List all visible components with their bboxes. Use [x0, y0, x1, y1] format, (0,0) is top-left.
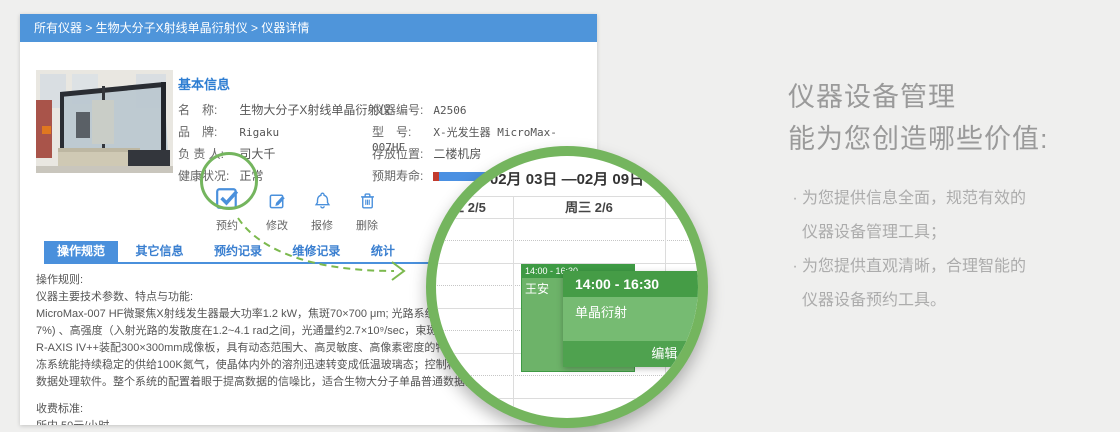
column-header-tuesday: 周二 2/5 — [438, 200, 486, 215]
promo-heading-line2: 能为您创造哪些价值: — [788, 124, 1049, 154]
field-value-brand: Rigaku — [239, 126, 280, 139]
bell-icon — [314, 192, 330, 209]
action-toolbar: 预约 修改 报修 删除 — [20, 172, 440, 232]
bullet-dot: · — [792, 190, 798, 207]
reserve-label: 预约 — [216, 220, 238, 232]
reserve-button[interactable]: 预约 — [199, 186, 255, 233]
calendar-magnifier-circle: 02月 03日 —02月 09日 周二 2/5 周三 2/6 周四 14:00 … — [426, 146, 708, 428]
grid-line — [513, 196, 514, 418]
promo-heading: 仪器设备管理 能为您创造哪些价值: — [788, 76, 1118, 160]
fee-line-internal: 所内 50元/小时 — [36, 418, 592, 425]
field-label-serial: 仪器编号: — [372, 103, 424, 117]
promo-section: 仪器设备管理 能为您创造哪些价值: · 为您提供信息全面，规范有效的 仪器设备管理… — [788, 76, 1118, 318]
tab-maintenance-records[interactable]: 维修记录 — [279, 241, 353, 262]
checkbox-check-icon — [216, 188, 239, 209]
tab-reservation-records[interactable]: 预约记录 — [201, 241, 275, 262]
bullet-dot: · — [792, 258, 798, 275]
reservation-calendar: 02月 03日 —02月 09日 周二 2/5 周三 2/6 周四 14:00 … — [436, 156, 698, 418]
tab-statistics[interactable]: 统计 — [358, 241, 408, 262]
field-label-location: 存放位置: — [372, 147, 424, 161]
popup-event-name: 单晶衍射 — [563, 297, 698, 341]
basic-info-title: 基本信息 — [178, 77, 231, 92]
delete-label: 删除 — [356, 220, 378, 232]
breadcrumb[interactable]: 所有仪器 > 生物大分子X射线单晶衍射仪 > 仪器详情 — [20, 14, 597, 42]
field-label-model: 型 号: — [372, 125, 412, 139]
field-value-name: 生物大分子X射线单晶衍射仪 — [239, 103, 392, 117]
info-row: 名 称: 生物大分子X射线单晶衍射仪 仪器编号: A2506 — [178, 101, 588, 123]
tab-operation-rules[interactable]: 操作规范 — [44, 241, 119, 262]
info-row: 品 牌: Rigaku 型 号: X-光发生器 MicroMax-007HF — [178, 123, 588, 154]
promo-bullet-1: · 为您提供信息全面，规范有效的 — [788, 182, 1118, 216]
bullet-text: 为您提供直观清晰，合理智能的 — [802, 258, 1027, 275]
field-label-brand: 品 牌: — [178, 125, 218, 139]
promo-bullet-1-cont: 仪器设备管理工具； — [802, 224, 947, 241]
trash-icon — [360, 193, 374, 209]
field-value-manager: 司大千 — [239, 147, 276, 161]
calendar-week-range: 02月 03日 —02月 09日 — [489, 171, 645, 188]
tab-other-info[interactable]: 其它信息 — [122, 241, 196, 262]
edit-pencil-icon — [269, 194, 285, 209]
equipment-photo — [36, 70, 173, 173]
field-value-serial: A2506 — [433, 104, 467, 117]
page: 所有仪器 > 生物大分子X射线单晶衍射仪 > 仪器详情 基本信息 名 称: 生物… — [0, 0, 1120, 432]
promo-bullet-2-cont: 仪器设备预约工具。 — [802, 292, 947, 309]
delete-button[interactable]: 删除 — [339, 191, 395, 233]
promo-bullet-2: · 为您提供直观清晰，合理智能的 — [788, 250, 1118, 284]
column-header-wednesday: 周三 2/6 — [565, 200, 613, 215]
popup-time: 14:00 - 16:30 — [563, 271, 698, 297]
field-label-manager: 负 责 人: — [178, 147, 225, 161]
column-header-thursday: 周四 — [665, 198, 698, 218]
field-label-name: 名 称: — [178, 103, 218, 117]
promo-bullet-list: · 为您提供信息全面，规范有效的 仪器设备管理工具； · 为您提供直观清晰，合理智能… — [788, 182, 1118, 318]
bullet-text: 为您提供信息全面，规范有效的 — [802, 190, 1027, 207]
popup-actions: 编辑 取消 — [563, 341, 698, 367]
event-popup: 14:00 - 16:30 单晶衍射 编辑 取消 — [563, 271, 698, 367]
popup-edit-button[interactable]: 编辑 — [651, 346, 677, 361]
equipment-photo-graphic — [36, 70, 173, 173]
promo-heading-line1: 仪器设备管理 — [788, 82, 956, 112]
popup-cancel-button[interactable]: 取消 — [689, 346, 698, 361]
